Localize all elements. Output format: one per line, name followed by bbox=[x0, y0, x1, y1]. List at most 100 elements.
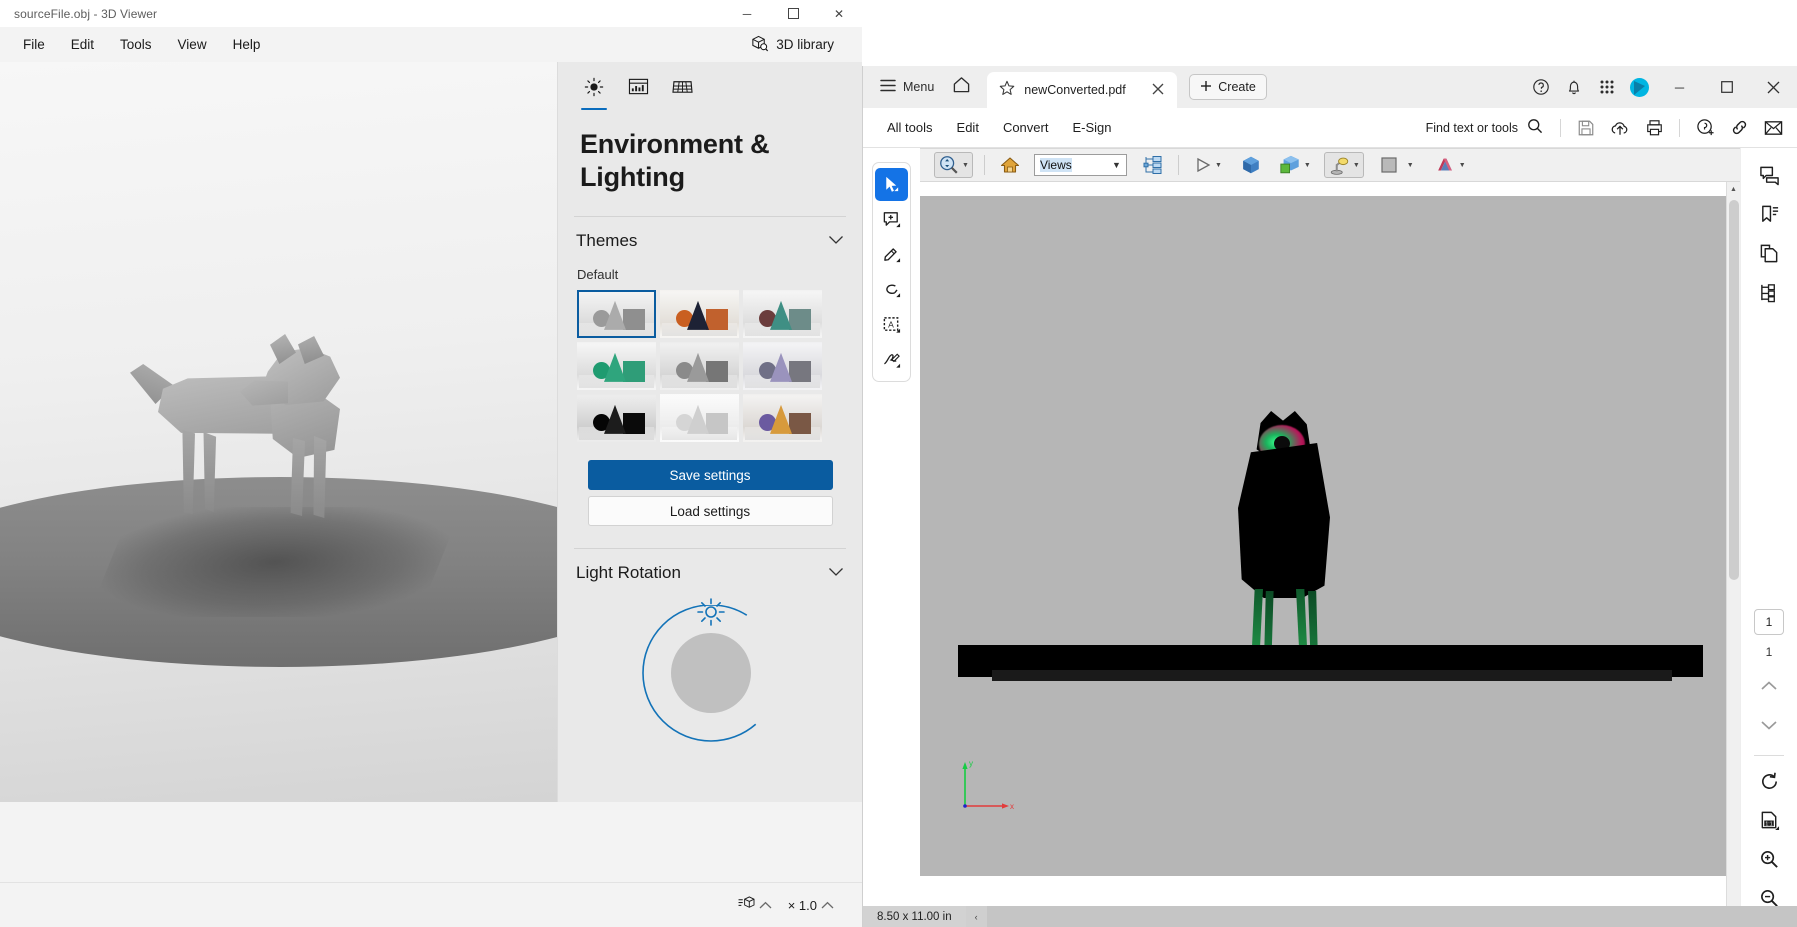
light-rotation-header[interactable]: Light Rotation bbox=[574, 563, 846, 583]
star-icon[interactable] bbox=[999, 80, 1015, 101]
menu-help[interactable]: Help bbox=[220, 32, 274, 57]
theme-thumbnail-emerald[interactable] bbox=[577, 341, 656, 390]
pdf-page-view[interactable]: y x ▲ bbox=[920, 182, 1740, 927]
viewer-minimize-button[interactable]: ─ bbox=[724, 0, 770, 27]
background-caret-icon[interactable]: ▼ bbox=[1407, 162, 1414, 169]
upload-cloud-icon[interactable] bbox=[1604, 113, 1636, 143]
menu-view[interactable]: View bbox=[165, 32, 220, 57]
themes-title: Themes bbox=[576, 230, 638, 250]
highlight-tool-button[interactable] bbox=[875, 238, 908, 271]
text-select-tool-button[interactable]: A bbox=[875, 308, 908, 341]
lasso-tool-button[interactable] bbox=[875, 273, 908, 306]
previous-page-button[interactable] bbox=[1752, 669, 1786, 703]
render-mode-caret-icon[interactable]: ▼ bbox=[1304, 162, 1311, 169]
signature-tool-button[interactable] bbox=[875, 343, 908, 376]
page-thumbnails-button[interactable] bbox=[1752, 236, 1786, 270]
toolbar-convert[interactable]: Convert bbox=[991, 114, 1061, 141]
zoom-tool-button[interactable]: ▼ bbox=[934, 152, 973, 178]
theme-cube bbox=[623, 412, 645, 434]
theme-thumbnail-night-black[interactable] bbox=[577, 393, 656, 442]
theme-thumbnail-violet[interactable] bbox=[743, 341, 822, 390]
viewer-close-button[interactable]: ✕ bbox=[816, 0, 862, 27]
play-animation-button[interactable]: ▼ bbox=[1190, 152, 1225, 178]
acrobat-minimize-button[interactable]: ─ bbox=[1656, 66, 1703, 108]
create-button[interactable]: Create bbox=[1189, 74, 1267, 100]
find-tools-button[interactable]: Find text or tools bbox=[1418, 113, 1551, 142]
chevron-down-icon-2[interactable] bbox=[828, 565, 844, 580]
acrobat-home-button[interactable] bbox=[945, 73, 977, 101]
scroll-thumb[interactable] bbox=[1729, 200, 1739, 580]
document-tab-close-icon[interactable] bbox=[1149, 82, 1167, 98]
background-color-button[interactable]: ▼ bbox=[1376, 152, 1417, 178]
acrobat-maximize-button[interactable] bbox=[1703, 66, 1750, 108]
zoom-tool-caret-icon[interactable]: ▼ bbox=[962, 162, 969, 169]
three-d-library-button[interactable]: 3D library bbox=[742, 30, 842, 60]
chevron-down-icon[interactable] bbox=[828, 233, 844, 248]
toolbar-esign[interactable]: E-Sign bbox=[1060, 114, 1123, 141]
model-tree-button[interactable] bbox=[1139, 152, 1167, 178]
email-icon[interactable] bbox=[1757, 113, 1789, 143]
model-detail-button[interactable] bbox=[732, 891, 778, 919]
fit-page-icon[interactable]: 1:1 bbox=[1752, 803, 1786, 837]
bookmarks-panel-button[interactable] bbox=[1752, 197, 1786, 231]
toolbar-all-tools[interactable]: All tools bbox=[875, 114, 945, 141]
bell-icon[interactable] bbox=[1557, 66, 1590, 108]
zoom-in-icon[interactable] bbox=[1752, 842, 1786, 876]
cross-section-caret-icon[interactable]: ▼ bbox=[1459, 162, 1466, 169]
page-vertical-scrollbar[interactable]: ▲ bbox=[1726, 182, 1740, 927]
save-settings-button[interactable]: Save settings bbox=[587, 459, 833, 490]
pdf-three-d-annotation[interactable]: y x bbox=[920, 196, 1740, 876]
next-page-button[interactable] bbox=[1752, 708, 1786, 742]
menu-edit[interactable]: Edit bbox=[58, 32, 107, 57]
horizontal-scroll-left-button[interactable]: ‹ bbox=[965, 906, 987, 927]
lighting-button[interactable]: ▼ bbox=[1323, 152, 1364, 178]
use-default-view-button[interactable] bbox=[1237, 152, 1265, 178]
views-dropdown[interactable]: Views ▼ bbox=[1033, 154, 1127, 176]
light-position-sun-icon[interactable] bbox=[696, 597, 726, 632]
select-tool-button[interactable] bbox=[875, 168, 908, 201]
acrobat-close-button[interactable] bbox=[1750, 66, 1797, 108]
apps-grid-icon[interactable] bbox=[1590, 66, 1623, 108]
current-page-input[interactable]: 1 bbox=[1754, 609, 1784, 635]
three-d-home-button[interactable] bbox=[996, 152, 1024, 178]
light-rotation-knob[interactable] bbox=[670, 632, 751, 713]
scroll-up-arrow[interactable]: ▲ bbox=[1727, 182, 1740, 197]
theme-thumbnail-teal-slate[interactable] bbox=[743, 289, 822, 338]
help-icon[interactable] bbox=[1524, 66, 1557, 108]
theme-thumbnail-sunset[interactable] bbox=[743, 393, 822, 442]
save-icon[interactable] bbox=[1570, 113, 1602, 143]
views-dropdown-caret-icon[interactable]: ▼ bbox=[1107, 160, 1126, 170]
comment-tool-button[interactable] bbox=[875, 203, 908, 236]
account-avatar[interactable] bbox=[1623, 66, 1656, 108]
lighting-caret-icon[interactable]: ▼ bbox=[1353, 162, 1360, 169]
rotate-page-icon[interactable] bbox=[1752, 764, 1786, 798]
menu-tools[interactable]: Tools bbox=[107, 32, 165, 57]
three-d-render-canvas[interactable] bbox=[0, 62, 557, 802]
link-icon[interactable] bbox=[1723, 113, 1755, 143]
document-tab[interactable]: newConverted.pdf bbox=[987, 72, 1178, 108]
theme-thumbnail-warm-orange[interactable] bbox=[660, 289, 739, 338]
theme-thumbnail-default-gray[interactable] bbox=[577, 289, 656, 338]
tab-animation[interactable] bbox=[616, 72, 660, 106]
themes-section-header[interactable]: Themes bbox=[574, 231, 846, 251]
play-caret-icon[interactable]: ▼ bbox=[1215, 162, 1222, 169]
tab-lighting[interactable] bbox=[572, 72, 616, 110]
scale-button[interactable]: × 1.0 bbox=[782, 893, 840, 918]
theme-thumbnail-neutral-dim[interactable] bbox=[660, 341, 739, 390]
theme-thumbnail-soft-white[interactable] bbox=[660, 393, 739, 442]
comments-panel-button[interactable] bbox=[1752, 158, 1786, 192]
horizontal-scroll-track[interactable] bbox=[986, 906, 1797, 927]
model-render-mode-button[interactable]: ▼ bbox=[1275, 152, 1314, 178]
light-rotation-control[interactable] bbox=[588, 598, 833, 745]
toolbar-edit[interactable]: Edit bbox=[945, 114, 991, 141]
layers-panel-button[interactable] bbox=[1752, 275, 1786, 309]
pdf-dog-leg-3 bbox=[1296, 589, 1307, 649]
add-stamp-icon[interactable] bbox=[1689, 113, 1721, 143]
viewer-maximize-button[interactable] bbox=[770, 0, 816, 27]
load-settings-button[interactable]: Load settings bbox=[587, 495, 833, 526]
cross-section-button[interactable]: ▼ bbox=[1431, 152, 1469, 178]
acrobat-menu-button[interactable]: Menu bbox=[873, 74, 941, 100]
tab-grid[interactable] bbox=[660, 72, 704, 106]
menu-file[interactable]: File bbox=[10, 32, 58, 57]
print-icon[interactable] bbox=[1638, 113, 1670, 143]
